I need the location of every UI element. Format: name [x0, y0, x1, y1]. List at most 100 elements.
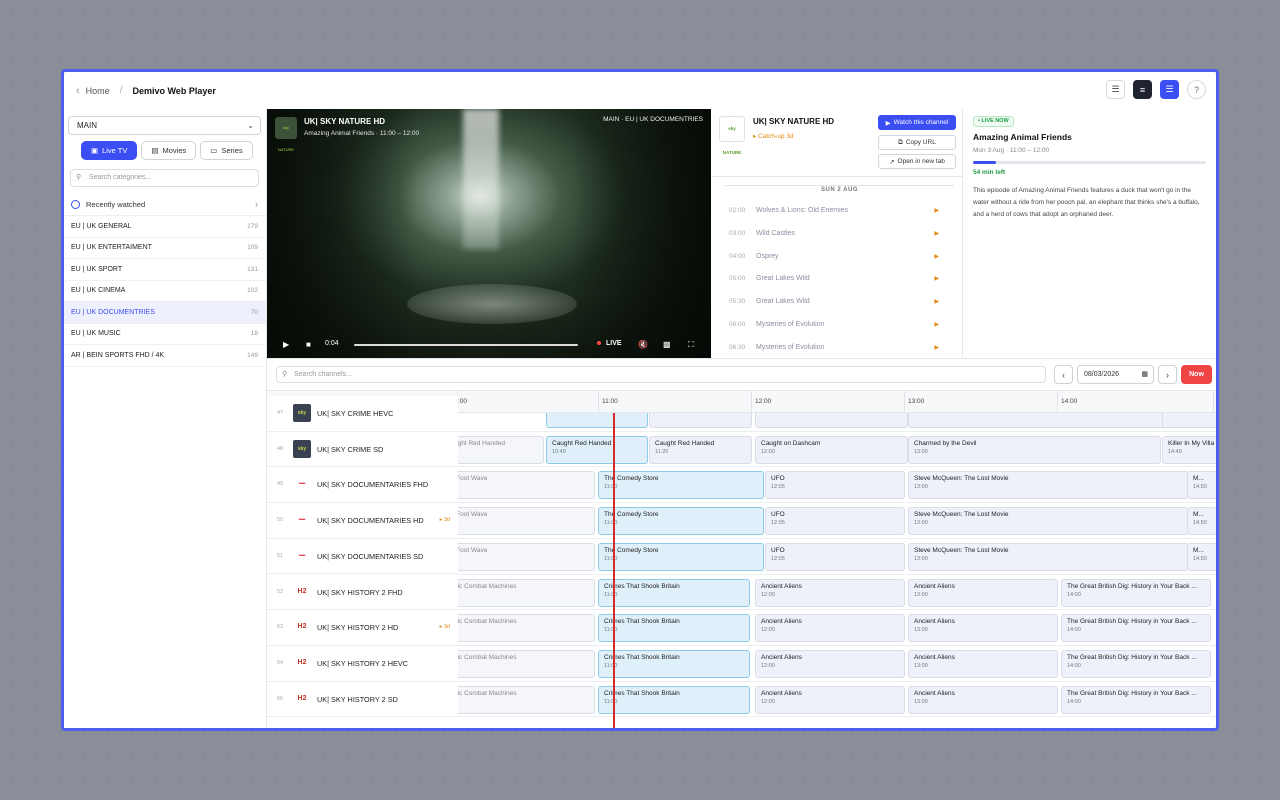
- epg-program[interactable]: The Great British Dig: History in Your B…: [1061, 578, 1211, 607]
- tab-live-tv[interactable]: ▣ Live TV: [81, 141, 138, 160]
- epg-program[interactable]: nic Combat Machines: [458, 578, 595, 607]
- watch-channel-button[interactable]: ▶ Watch this channel: [878, 115, 956, 130]
- epg-program[interactable]: The Comedy Store 11:00: [598, 507, 764, 536]
- epg-program[interactable]: Ancient Aliens 13:00: [908, 578, 1058, 607]
- catchup-play-icon[interactable]: ▶: [934, 298, 939, 305]
- copy-url-button[interactable]: ⧉ Copy URL: [878, 135, 956, 150]
- catchup-play-icon[interactable]: ▶: [934, 230, 939, 237]
- list-icon[interactable]: ≡: [1133, 80, 1152, 99]
- layers-icon[interactable]: ☰: [1106, 80, 1125, 99]
- epg-program[interactable]: The Comedy Store 11:00: [598, 542, 764, 571]
- schedule-item[interactable]: 04:00 Osprey ▶: [711, 247, 962, 270]
- epg-program[interactable]: 11:20: [649, 413, 752, 428]
- epg-program[interactable]: M... 14:50: [1187, 542, 1216, 571]
- catchup-play-icon[interactable]: ▶: [934, 207, 939, 214]
- epg-program[interactable]: nic Combat Machines: [458, 685, 595, 714]
- open-new-tab-button[interactable]: ↗ Open in new tab: [878, 154, 956, 169]
- epg-program[interactable]: -Foot Wave: [458, 471, 595, 500]
- epg-channel-row[interactable]: 49 ━━ UK| SKY DOCUMENTARIES FHD: [267, 467, 458, 504]
- epg-program[interactable]: -Foot Wave: [458, 507, 595, 536]
- channel-search-input[interactable]: ⚲ Search channels...: [276, 366, 1046, 383]
- epg-program[interactable]: Caught on Dashcam 12:00: [755, 435, 908, 464]
- category-item[interactable]: EU | UK ENTERTAIMENT 109: [64, 238, 266, 259]
- epg-program[interactable]: Caught Red Handed 11:20: [649, 435, 752, 464]
- mute-icon[interactable]: 🔇: [638, 340, 648, 349]
- catchup-play-icon[interactable]: ▶: [934, 253, 939, 260]
- category-item[interactable]: EU | UK GENERAL 179: [64, 216, 266, 238]
- category-item[interactable]: EU | UK MUSIC 18: [64, 324, 266, 345]
- epg-program[interactable]: UFO 12:05: [765, 542, 905, 571]
- epg-program[interactable]: The Great British Dig: History in Your B…: [1061, 649, 1211, 678]
- player-progress-bar[interactable]: [354, 344, 578, 346]
- epg-program[interactable]: Ancient Aliens 12:00: [755, 685, 905, 714]
- date-picker[interactable]: 08/03/2026 ▦: [1077, 365, 1154, 384]
- schedule-item[interactable]: 02:00 Wolves & Lions: Old Enemies ▶: [711, 201, 962, 224]
- catchup-play-icon[interactable]: ▶: [934, 275, 939, 282]
- fullscreen-icon[interactable]: ⛶: [688, 340, 694, 350]
- catchup-play-icon[interactable]: ▶: [934, 344, 939, 351]
- video-player[interactable]: sky NATURE UK| SKY NATURE HD Amazing Ani…: [267, 109, 711, 358]
- epg-channel-row[interactable]: 50 ━━ UK| SKY DOCUMENTARIES HD ▸ 3d: [267, 503, 458, 539]
- prev-day-button[interactable]: ‹: [1054, 365, 1073, 384]
- schedule-item[interactable]: 05:30 Great Lakes Wild ▶: [711, 292, 962, 315]
- tab-movies[interactable]: ▤ Movies: [141, 141, 197, 160]
- schedule-item[interactable]: 05:00 Great Lakes Wild ▶: [711, 269, 962, 292]
- epg-program[interactable]: The Great British Dig: History in Your B…: [1061, 614, 1211, 643]
- catchup-play-icon[interactable]: ▶: [934, 321, 939, 328]
- epg-program[interactable]: Steve McQueen: The Lost Movie 13:00: [908, 471, 1188, 500]
- epg-program[interactable]: Ancient Aliens 12:00: [755, 578, 905, 607]
- live-indicator[interactable]: LIVE: [597, 340, 622, 347]
- epg-program[interactable]: ught Red Handed: [458, 435, 544, 464]
- epg-program[interactable]: M... 14:50: [1187, 471, 1216, 500]
- play-icon[interactable]: ▶: [283, 340, 289, 349]
- epg-program[interactable]: Ancient Aliens 13:00: [908, 649, 1058, 678]
- epg-channel-row[interactable]: 53 H2 UK| SKY HISTORY 2 HD ▸ 3d: [267, 610, 458, 646]
- stop-icon[interactable]: ■: [306, 340, 311, 349]
- breadcrumb-home[interactable]: Home: [86, 86, 110, 96]
- epg-program[interactable]: UFO 12:05: [765, 507, 905, 536]
- epg-channel-row[interactable]: 55 H2 UK| SKY HISTORY 2 SD: [267, 681, 458, 718]
- epg-program[interactable]: 12:00: [755, 413, 908, 428]
- epg-program[interactable]: 14:40: [1162, 413, 1216, 428]
- epg-channel-row[interactable]: 52 H2 UK| SKY HISTORY 2 FHD: [267, 574, 458, 611]
- epg-program[interactable]: M... 14:50: [1187, 507, 1216, 536]
- epg-channel-row[interactable]: 47 sky UK| SKY CRIME HEVC: [267, 396, 458, 432]
- tab-series[interactable]: ▭ Series: [200, 141, 253, 160]
- epg-program[interactable]: Ancient Aliens 13:00: [908, 685, 1058, 714]
- epg-program[interactable]: Steve McQueen: The Lost Movie 13:00: [908, 542, 1188, 571]
- epg-channel-row[interactable]: 54 H2 UK| SKY HISTORY 2 HEVC: [267, 645, 458, 682]
- category-item[interactable]: EU | UK SPORT 131: [64, 259, 266, 281]
- epg-program[interactable]: nic Combat Machines: [458, 649, 595, 678]
- category-item-active[interactable]: EU | UK DOCUMENTRIES 70: [64, 302, 266, 324]
- epg-program[interactable]: Killer In My Villa 14:40: [1162, 435, 1216, 464]
- epg-channel-row[interactable]: 51 ━━ UK| SKY DOCUMENTARIES SD: [267, 538, 458, 575]
- epg-program[interactable]: Ancient Aliens 12:00: [755, 649, 905, 678]
- help-icon[interactable]: ?: [1187, 80, 1206, 99]
- epg-program[interactable]: 10:40: [546, 413, 648, 428]
- back-icon[interactable]: ‹: [76, 85, 80, 97]
- epg-program[interactable]: Crimes That Shook Britain 11:00: [598, 685, 750, 714]
- epg-program[interactable]: Crimes That Shook Britain 11:00: [598, 578, 750, 607]
- source-select[interactable]: MAIN ⌄: [68, 116, 261, 135]
- epg-program[interactable]: Caught Red Handed 10:40: [546, 435, 648, 464]
- recently-watched[interactable]: Recently watched ›: [64, 193, 266, 216]
- epg-channel-row[interactable]: 48 sky UK| SKY CRIME SD: [267, 431, 458, 468]
- pip-icon[interactable]: ▩: [663, 340, 671, 349]
- epg-program[interactable]: Crimes That Shook Britain 11:00: [598, 614, 750, 643]
- schedule-item[interactable]: 03:00 Wild Castles ▶: [711, 224, 962, 247]
- category-item[interactable]: AR | BEIN SPORTS FHD / 4K 149: [64, 345, 266, 367]
- epg-program[interactable]: Ancient Aliens 13:00: [908, 614, 1058, 643]
- schedule-item[interactable]: 06:00 Mysteries of Evolution ▶: [711, 315, 962, 338]
- category-item[interactable]: EU | UK CINEMA 102: [64, 281, 266, 302]
- epg-program[interactable]: Charmed by the Devil 13:00: [908, 435, 1161, 464]
- epg-icon[interactable]: ☰: [1160, 80, 1179, 99]
- epg-program[interactable]: The Comedy Store 11:00: [598, 471, 764, 500]
- next-day-button[interactable]: ›: [1158, 365, 1177, 384]
- epg-program[interactable]: nic Combat Machines: [458, 614, 595, 643]
- now-button[interactable]: Now: [1181, 365, 1212, 384]
- category-search-input[interactable]: ⚲ Search categories...: [70, 169, 259, 187]
- epg-program[interactable]: Crimes That Shook Britain 11:00: [598, 649, 750, 678]
- epg-program[interactable]: Ancient Aliens 12:00: [755, 614, 905, 643]
- epg-program[interactable]: The Great British Dig: History in Your B…: [1061, 685, 1211, 714]
- epg-program[interactable]: Steve McQueen: The Lost Movie 13:00: [908, 507, 1188, 536]
